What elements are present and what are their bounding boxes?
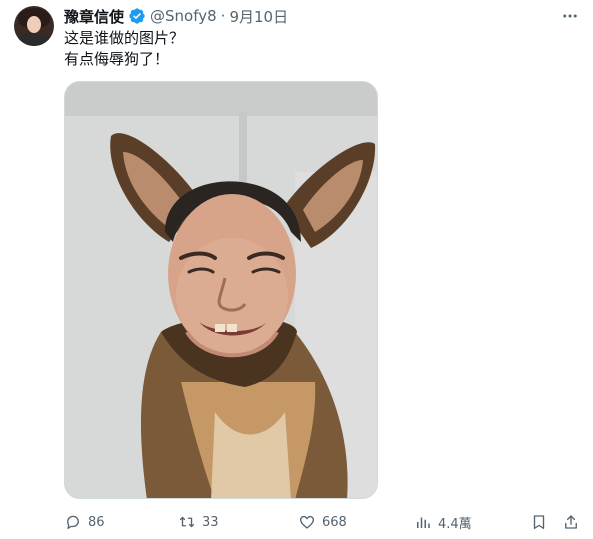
separator-dot: · xyxy=(220,7,226,25)
verified-badge-icon[interactable] xyxy=(128,7,146,25)
views-action[interactable]: 4.4萬 xyxy=(414,510,472,534)
more-icon[interactable] xyxy=(561,8,579,24)
tweet-text: 这是谁做的图片？ 有点侮辱狗了！ xyxy=(64,28,184,70)
repost-action[interactable]: 33 xyxy=(178,510,219,534)
tweet[interactable]: 豫章信使 @Snofy8 · 9月10日 这是谁做的图片？ 有点侮辱狗了！ 86… xyxy=(0,0,593,539)
handle[interactable]: @Snofy8 xyxy=(150,7,217,25)
repost-count: 33 xyxy=(202,514,219,530)
tweet-image[interactable] xyxy=(64,81,378,499)
repost-icon xyxy=(179,516,195,528)
share-icon xyxy=(565,515,577,529)
tweet-actions: 86 33 668 4.4萬 xyxy=(64,510,584,534)
tweet-text-line-2: 有点侮辱狗了！ xyxy=(64,50,170,68)
like-action[interactable]: 668 xyxy=(298,510,347,534)
avatar[interactable] xyxy=(14,6,54,46)
tweet-text-line-1: 这是谁做的图片？ xyxy=(64,29,185,47)
tweet-date[interactable]: 9月10日 xyxy=(229,6,288,27)
tweet-header: 豫章信使 @Snofy8 · 9月10日 xyxy=(64,6,288,26)
views-icon xyxy=(417,517,430,528)
reply-action[interactable]: 86 xyxy=(64,510,105,534)
share-action[interactable] xyxy=(562,510,580,534)
views-count: 4.4萬 xyxy=(438,516,472,532)
avatar-body xyxy=(16,33,52,46)
like-icon xyxy=(299,515,315,529)
display-name[interactable]: 豫章信使 xyxy=(64,6,124,27)
reply-count: 86 xyxy=(88,514,105,530)
reply-icon xyxy=(67,515,79,530)
bookmark-action[interactable] xyxy=(530,510,548,534)
avatar-face xyxy=(27,16,41,33)
bookmark-icon xyxy=(533,515,545,530)
dog-with-face-image xyxy=(65,82,377,498)
like-count: 668 xyxy=(322,514,347,530)
